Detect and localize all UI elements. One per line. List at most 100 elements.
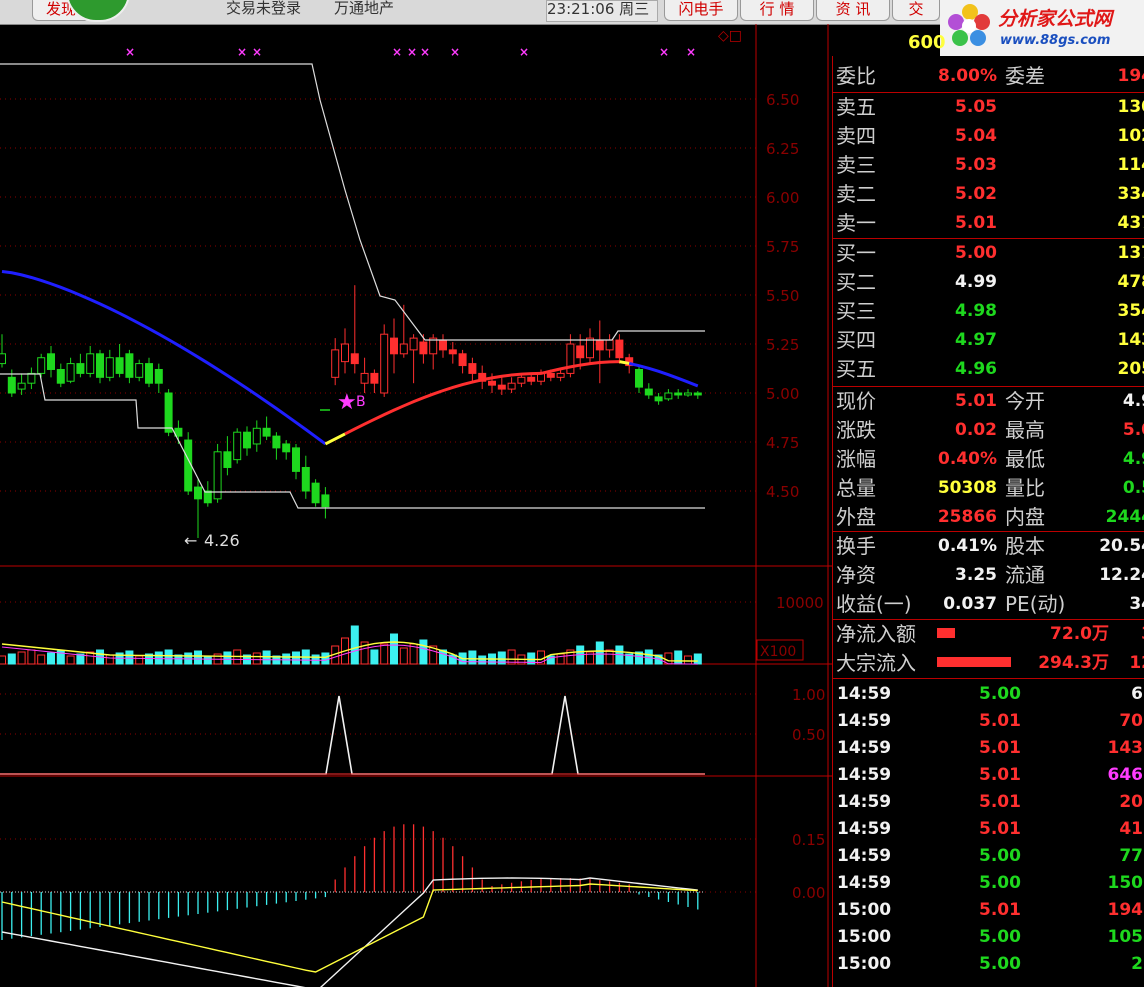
candle-body (203, 490, 212, 504)
kline-chart-area[interactable]: × × × × × × × × × ×← 4.26★ B 6.506.256.005.755.505.… (0, 24, 832, 987)
fundamental-label: 净资 (836, 563, 876, 587)
volume-bar (350, 625, 359, 665)
stat-row: 外盘 25866 内盘 2444 (833, 503, 1144, 532)
candle-body (458, 353, 467, 367)
candle-body (370, 372, 379, 384)
tick-volume: 646 (1107, 765, 1144, 785)
candle-body (194, 486, 202, 500)
tick-row: 14:59 5.00 150 (833, 870, 1144, 897)
volume-bar (321, 652, 330, 665)
volume-bar (380, 643, 389, 665)
candle-body (399, 343, 408, 355)
tick-time: 14:59 (837, 819, 892, 839)
price-axis-label: 5.75 (766, 238, 799, 256)
candle-body (115, 357, 124, 374)
bid-label: 买五 (836, 357, 876, 381)
price-axis-label: 6.50 (766, 91, 799, 109)
bid-volume: 354 (1117, 301, 1144, 321)
volume-bar (311, 654, 320, 665)
low-price-label: 4.26 (204, 531, 240, 550)
stat-label: 外盘 (836, 505, 876, 529)
ask-label: 卖三 (836, 153, 876, 177)
flow-row: 净流入额72.0万3 (833, 620, 1144, 649)
volume-bar (262, 650, 271, 665)
volume-axis-label: 10000 (776, 594, 824, 612)
candle-body (252, 427, 261, 445)
tick-price: 5.01 (979, 819, 1021, 839)
bid-volume: 478 (1117, 272, 1144, 292)
ask-row: 卖四 5.04 102 (833, 122, 1144, 151)
signal-marker: × (392, 45, 402, 59)
bid-price: 5.00 (955, 243, 997, 263)
fundamental-value: 12.24 (1099, 565, 1144, 585)
signal-marker: × (420, 45, 430, 59)
tick-volume: 41 (1119, 819, 1143, 839)
candle-body (635, 368, 643, 388)
moving-average-turn (619, 360, 630, 365)
stat-value: 4.9 (1122, 391, 1144, 411)
low-arrow: ← (184, 531, 197, 550)
candle-body (360, 372, 369, 384)
volume-bar (7, 653, 16, 665)
stat-value: 2444 (1105, 507, 1144, 527)
stat-label: 涨幅 (836, 447, 876, 471)
candle-body (17, 382, 26, 390)
ask-label: 卖四 (836, 124, 876, 148)
candle-body (105, 357, 114, 378)
chart-grid (0, 98, 756, 893)
flower-logo-icon (948, 4, 990, 46)
tick-volume: 105 (1107, 927, 1144, 947)
fundamental-row: 换手 0.41% 股本 20.54 (833, 532, 1144, 561)
price-axis-label: 5.00 (766, 385, 799, 403)
fundamental-label: 流通 (1005, 563, 1045, 587)
quotes-button[interactable]: 行 情 (740, 0, 814, 21)
candle-body (0, 353, 6, 365)
tick-row: 14:59 5.00 77 (833, 843, 1144, 870)
clock: 23:21:06 周三 (546, 0, 658, 22)
logo-url: www.88gs.com (1000, 33, 1111, 48)
flow-bar (937, 657, 1011, 667)
tick-row: 14:59 5.01 143 (833, 735, 1144, 762)
tick-row: 14:59 5.01 41 (833, 816, 1144, 843)
news-button[interactable]: 资 讯 (816, 0, 890, 21)
tick-volume: 6 (1131, 684, 1143, 704)
bid-row: 买三 4.98 354 (833, 297, 1144, 326)
candle-body (321, 494, 330, 508)
bid-price: 4.97 (955, 330, 997, 350)
tick-time: 14:59 (837, 873, 892, 893)
tick-row: 14:59 5.01 20 (833, 789, 1144, 816)
flow-row: 大宗流入 294.3万 12 (833, 649, 1144, 678)
tick-volume: 143 (1107, 738, 1144, 758)
fundamental-label: 股本 (1005, 534, 1045, 558)
ask-label: 卖一 (836, 211, 876, 235)
candle-body (693, 392, 702, 396)
stock-code: 600 (908, 32, 946, 53)
candle-body (468, 363, 477, 374)
stat-label: 内盘 (1005, 505, 1045, 529)
candle-body (223, 451, 232, 468)
volume-unit-label: X100 (760, 644, 796, 660)
candle-body (164, 392, 173, 433)
candle-body (184, 439, 193, 492)
fundamental-label: PE(动) (1005, 592, 1066, 616)
stat-label: 量比 (1005, 476, 1045, 500)
volume-bar (595, 641, 604, 665)
trade-button[interactable]: 交 (892, 0, 940, 21)
logo-title: 分析家公式网 (998, 8, 1113, 30)
candle-body (419, 341, 428, 355)
ask-price: 5.05 (955, 97, 997, 117)
volume-bar (223, 651, 232, 665)
volume-bar (47, 652, 55, 665)
candle-body (644, 388, 653, 396)
volume-bar (674, 650, 683, 665)
stat-label: 最低 (1005, 447, 1045, 471)
stat-row: 总量 50308 量比 0.5 (833, 474, 1144, 503)
flash-trade-button[interactable]: 闪电手 (664, 0, 738, 21)
volume-bar (154, 651, 163, 665)
signal-marker: × (686, 45, 696, 59)
tick-volume: 2 (1131, 954, 1143, 974)
bid-label: 买二 (836, 270, 876, 294)
tick-row: 14:59 5.01 646 (833, 762, 1144, 789)
candle-body (488, 380, 496, 386)
buy-star-icon: ★ (337, 390, 357, 415)
